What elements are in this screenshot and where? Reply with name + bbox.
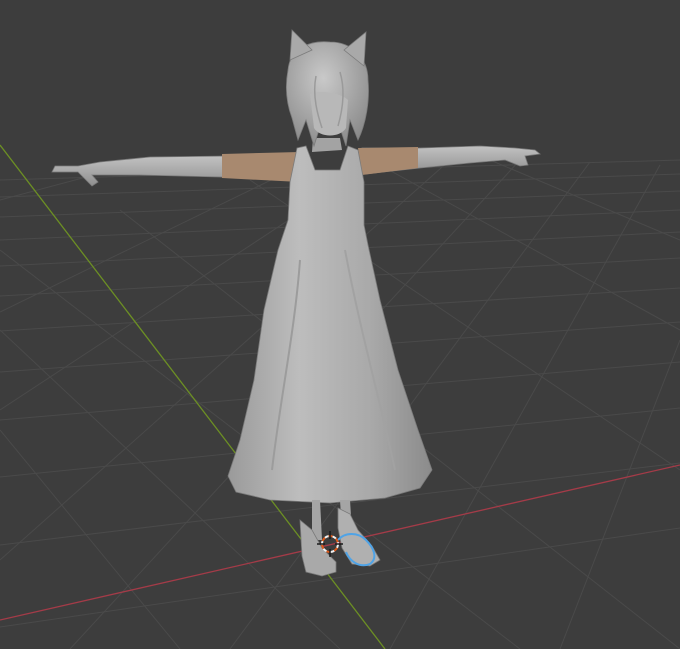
3d-viewport[interactable]: [0, 0, 680, 649]
left-shoulder-skin: [222, 152, 300, 182]
neck: [312, 138, 342, 152]
